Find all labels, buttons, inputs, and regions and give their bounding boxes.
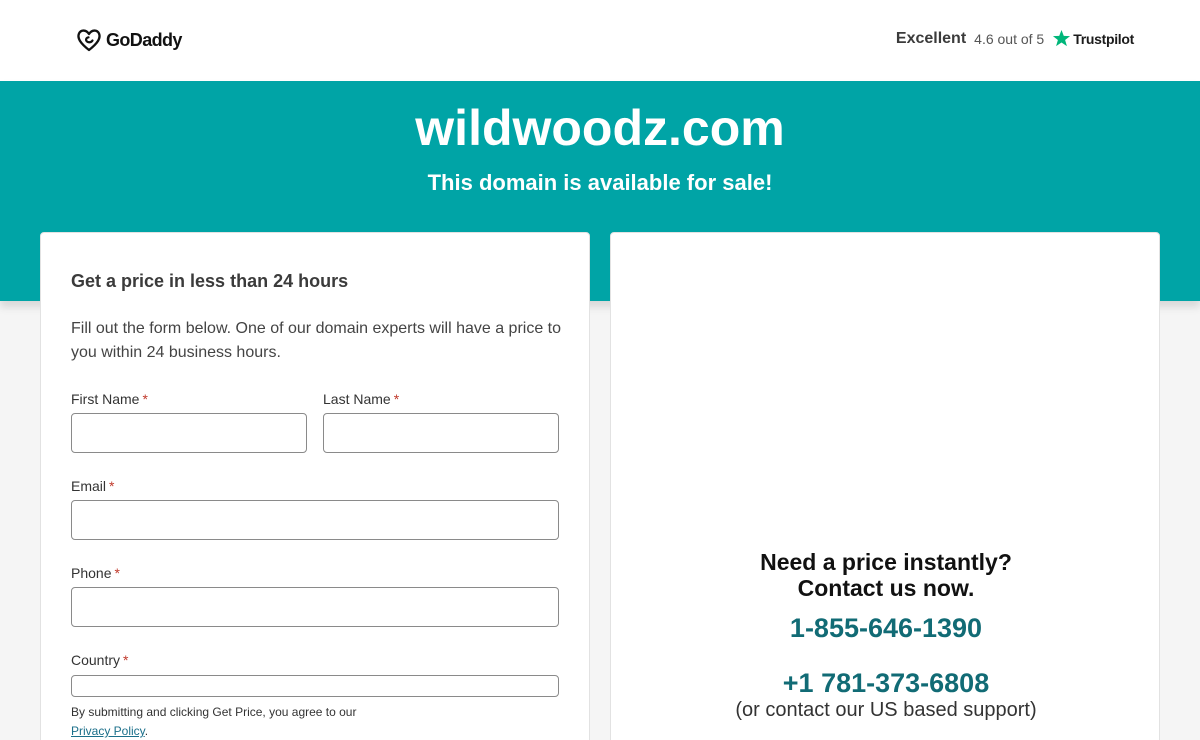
form-title: Get a price in less than 24 hours	[71, 271, 349, 291]
phone-input[interactable]	[71, 587, 559, 627]
legal-notice: By submitting and clicking Get Price, yo…	[71, 703, 551, 740]
contact-question-line1: Need a price instantly?	[760, 549, 1012, 575]
country-label: Country *	[71, 652, 128, 668]
last-name-label-text: Last Name	[323, 391, 391, 407]
required-mark: *	[109, 478, 115, 494]
email-label-text: Email	[71, 478, 107, 494]
phone-number-tollfree[interactable]: 1-855-646-1390	[611, 613, 1161, 644]
rating-word: Excellent	[895, 29, 967, 47]
trustpilot-star-icon	[1053, 29, 1071, 47]
site-header: GoDaddy Excellent 4.6 out of 5 Trustpilo…	[0, 0, 1200, 81]
phone-number-international[interactable]: +1 781-373-6808	[611, 668, 1161, 699]
legal-end: .	[144, 724, 149, 738]
country-select[interactable]	[71, 675, 559, 697]
required-mark: *	[142, 391, 148, 407]
email-label: Email *	[71, 478, 114, 494]
email-input[interactable]	[71, 500, 559, 540]
trustpilot-label: Trustpilot	[1073, 30, 1134, 47]
last-name-input[interactable]	[323, 413, 559, 453]
contact-card: Need a price instantly? Contact us now. …	[610, 232, 1160, 740]
logo-wordmark: GoDaddy	[106, 29, 182, 50]
rating-score: 4.6 out of 5	[974, 30, 1045, 47]
required-mark: *	[123, 652, 129, 668]
first-name-label-text: First Name	[71, 391, 140, 407]
trustpilot-rating[interactable]: Excellent 4.6 out of 5 Trustpilot	[896, 29, 1134, 48]
phone-label-text: Phone	[71, 565, 112, 581]
domain-subtitle: This domain is available for sale!	[427, 170, 773, 195]
privacy-policy-link[interactable]: Privacy Policy	[71, 724, 145, 738]
required-mark: *	[114, 565, 120, 581]
required-mark: *	[393, 391, 400, 407]
price-request-card: Get a price in less than 24 hours Fill o…	[40, 232, 590, 740]
godaddy-heart-icon	[77, 29, 101, 52]
domain-title: wildwoodz.com	[415, 100, 785, 156]
contact-question-line2: Contact us now.	[797, 575, 975, 601]
first-name-label: First Name *	[71, 391, 148, 407]
last-name-label: Last Name *	[323, 391, 399, 407]
phone-label: Phone *	[71, 565, 120, 581]
legal-text: By submitting and clicking Get Price, yo…	[71, 705, 357, 719]
godaddy-logo[interactable]: GoDaddy	[76, 28, 182, 52]
form-description: Fill out the form below. One of our doma…	[71, 320, 562, 361]
contact-question: Need a price instantly? Contact us now.	[611, 549, 1161, 601]
support-note: (or contact our US based support)	[735, 699, 1037, 721]
first-name-input[interactable]	[71, 413, 307, 453]
country-label-text: Country	[71, 652, 121, 668]
